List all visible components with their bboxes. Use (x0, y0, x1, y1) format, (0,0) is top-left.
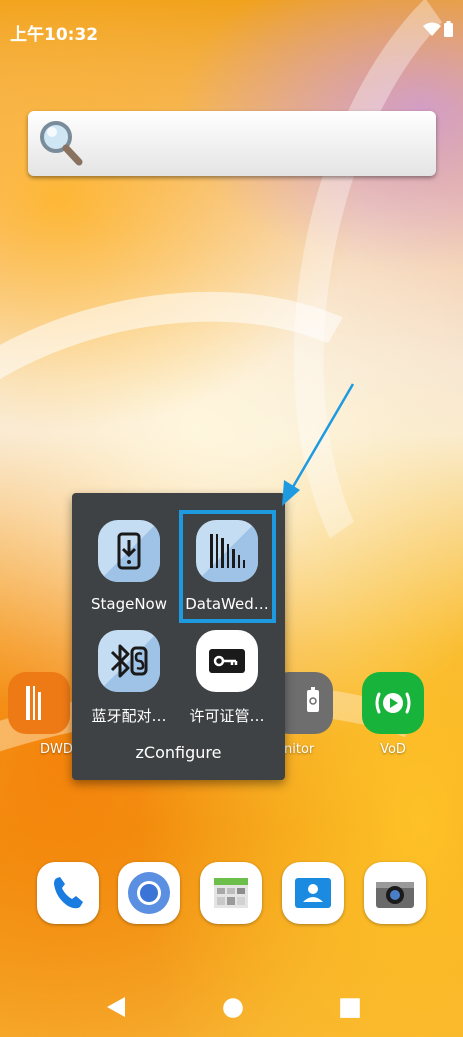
camera-icon[interactable] (364, 862, 426, 924)
back-icon[interactable] (104, 995, 128, 1019)
folder-app-stagenow[interactable]: StageNow (81, 520, 177, 613)
app-dwdemo[interactable]: DWD (0, 672, 80, 757)
status-bar: 上午10:32 (0, 0, 463, 60)
folder-app-label: StageNow (90, 595, 167, 613)
status-time: 上午10:32 (10, 25, 99, 45)
status-icons (423, 21, 453, 37)
folder-app-label: 许可证管… (189, 707, 265, 725)
highlight-box (179, 510, 276, 623)
magnifier-icon (40, 121, 83, 166)
license-manager-icon (196, 630, 258, 692)
bluetooth-pairing-icon (98, 630, 160, 692)
folder-title[interactable]: zConfigure (72, 743, 285, 762)
home-icon[interactable] (221, 995, 245, 1019)
search-widget[interactable] (28, 111, 436, 176)
folder-app-bluetooth-pairing[interactable]: 蓝牙配对… (81, 630, 177, 726)
contacts-icon[interactable] (282, 862, 344, 924)
annotation-arrow (282, 383, 355, 506)
vod-icon (362, 672, 424, 734)
recents-icon[interactable] (338, 995, 362, 1019)
wifi-icon (423, 22, 441, 36)
stagenow-icon (98, 520, 160, 582)
dwdemo-icon (8, 672, 70, 734)
phone-icon[interactable] (37, 862, 99, 924)
battery-icon (444, 21, 453, 37)
chrome-icon[interactable] (118, 862, 180, 924)
app-label: VoD (380, 742, 406, 757)
app-label: nitor (284, 742, 315, 757)
folder-app-license-manager[interactable]: 许可证管… (179, 630, 275, 726)
folder-app-label: 蓝牙配对… (91, 707, 167, 725)
navigation-bar (0, 975, 463, 1037)
calculator-icon[interactable] (200, 862, 262, 924)
app-vod[interactable]: VoD (353, 672, 433, 757)
